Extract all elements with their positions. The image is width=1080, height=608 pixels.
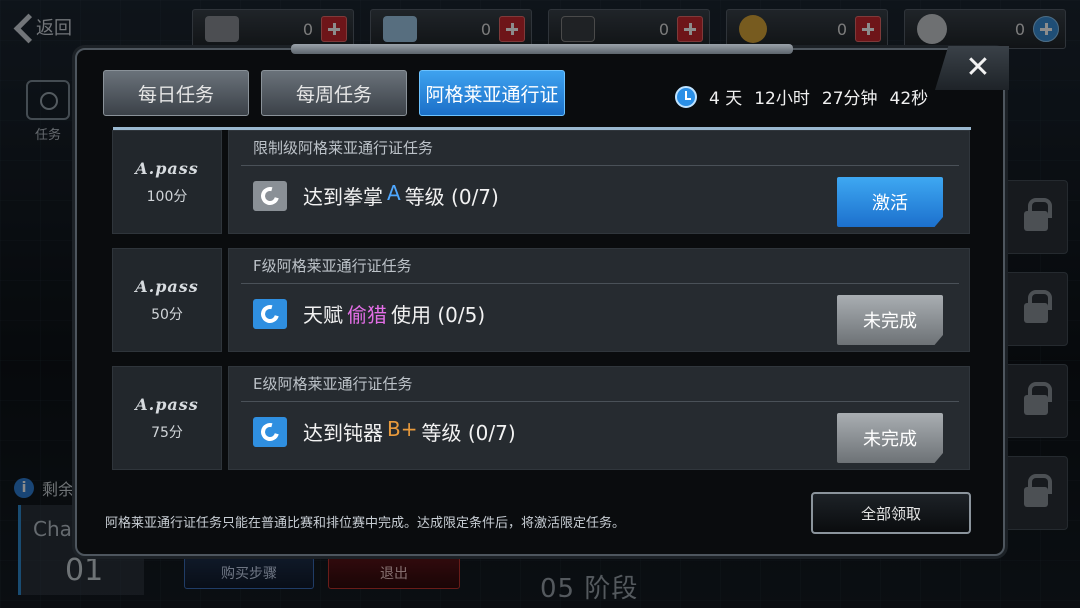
close-icon: ✕ [965, 50, 991, 85]
tab-aglaia-pass[interactable]: 阿格莱亚通行证 [419, 70, 565, 116]
pass-points-box: A.pass 50分 [112, 248, 222, 352]
footer-note: 阿格莱亚通行证任务只能在普通比赛和排位赛中完成。达成限定条件后，将激活限定任务。 [105, 516, 626, 531]
task-text-after: 等级 (0/7) [421, 421, 516, 445]
close-button[interactable]: ✕ [935, 46, 1009, 90]
timer-days: 4 天 [709, 89, 743, 109]
task-category: E级阿格莱亚通行证任务 [253, 375, 413, 393]
task-divider [241, 401, 959, 402]
pass-points-box: A.pass 75分 [112, 366, 222, 470]
countdown-timer: 4 天 12小时 27分钟 42秒 [675, 84, 928, 109]
timer-hours: 12小时 [754, 89, 810, 109]
task-text-before: 达到拳掌 [303, 185, 383, 209]
task-body: F级阿格莱亚通行证任务 天赋 偷猎 使用 (0/5) 未完成 [228, 248, 970, 352]
task-row: A.pass 100分 限制级阿格莱亚通行证任务 达到拳掌 A 等级 (0/7)… [112, 130, 970, 234]
pass-logo: A.pass [135, 394, 199, 414]
task-highlight: B+ [387, 417, 418, 441]
task-category: 限制级阿格莱亚通行证任务 [253, 139, 434, 157]
task-category: F级阿格莱亚通行证任务 [253, 257, 412, 275]
stopwatch-icon [675, 85, 697, 108]
task-text-before: 达到钝器 [303, 421, 383, 445]
task-text-after: 使用 (0/5) [391, 303, 486, 327]
task-highlight: A [387, 181, 401, 205]
task-row: A.pass 75分 E级阿格莱亚通行证任务 达到钝器 B+ 等级 (0/7) … [112, 366, 970, 470]
refresh-icon[interactable] [253, 417, 287, 447]
pass-logo: A.pass [135, 158, 199, 178]
refresh-icon[interactable] [253, 181, 287, 211]
task-highlight: 偷猎 [347, 303, 387, 327]
incomplete-button[interactable]: 未完成 [837, 295, 943, 345]
timer-minutes: 27分钟 [821, 89, 878, 109]
pass-logo: A.pass [135, 276, 199, 296]
task-description: 达到拳掌 A 等级 (0/7) [303, 181, 499, 210]
modal-handle [291, 44, 793, 54]
task-description: 天赋 偷猎 使用 (0/5) [303, 299, 485, 328]
refresh-icon[interactable] [253, 299, 287, 329]
activate-button[interactable]: 激活 [837, 177, 943, 227]
task-text-after: 等级 (0/7) [404, 185, 499, 209]
task-body: 限制级阿格莱亚通行证任务 达到拳掌 A 等级 (0/7) 激活 [228, 130, 970, 234]
pass-points: 75分 [151, 424, 183, 441]
task-body: E级阿格莱亚通行证任务 达到钝器 B+ 等级 (0/7) 未完成 [228, 366, 970, 470]
timer-seconds: 42秒 [889, 89, 929, 109]
task-description: 达到钝器 B+ 等级 (0/7) [303, 417, 516, 446]
task-text-before: 天赋 [303, 303, 343, 327]
task-divider [241, 165, 959, 166]
pass-points: 100分 [146, 188, 188, 205]
mission-modal: ✕ 每日任务 每周任务 阿格莱亚通行证 4 天 12小时 27分钟 42秒 A.… [75, 44, 1009, 556]
tab-daily[interactable]: 每日任务 [103, 70, 249, 116]
tab-bar: 每日任务 每周任务 阿格莱亚通行证 [103, 70, 565, 116]
pass-points: 50分 [151, 306, 183, 323]
task-divider [241, 283, 959, 284]
incomplete-button[interactable]: 未完成 [837, 413, 943, 463]
task-row: A.pass 50分 F级阿格莱亚通行证任务 天赋 偷猎 使用 (0/5) 未完… [112, 248, 970, 352]
pass-points-box: A.pass 100分 [112, 130, 222, 234]
claim-all-button[interactable]: 全部领取 [811, 492, 971, 534]
tab-weekly[interactable]: 每周任务 [261, 70, 407, 116]
